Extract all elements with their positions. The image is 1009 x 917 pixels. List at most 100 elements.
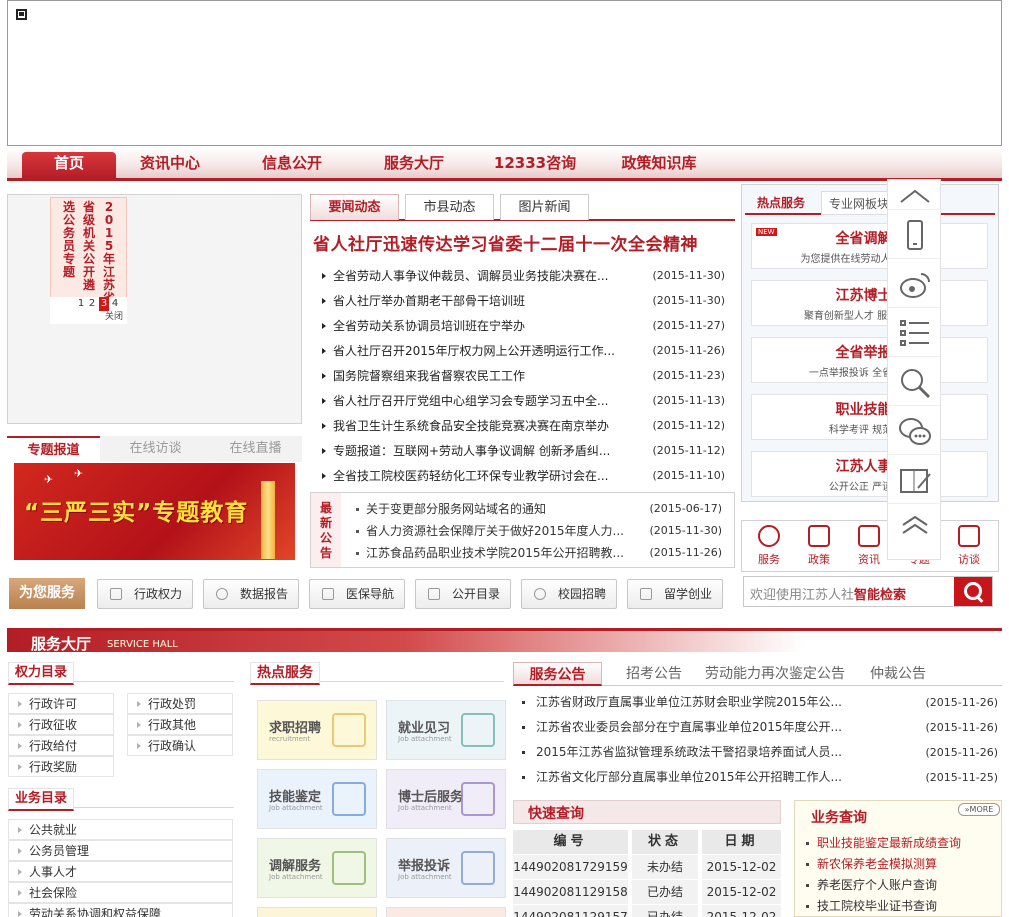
- feedback-icon[interactable]: [888, 456, 942, 504]
- bullet-icon: [322, 473, 326, 479]
- news-item[interactable]: 我省卫生计生系统食品安全技能竞赛决赛在南京举办 (2015-11-12): [320, 416, 730, 441]
- table-row[interactable]: 144902081129158 已办结 2015-12-02: [513, 880, 781, 905]
- tile-skill[interactable]: 技能鉴定 Job attachment: [257, 769, 377, 829]
- search-icon[interactable]: [888, 358, 942, 406]
- tab-service-announce[interactable]: 服务公告: [513, 662, 602, 686]
- close-link[interactable]: 关闭: [50, 311, 127, 324]
- smart-search[interactable]: 欢迎使用江苏人社智能检索: [743, 576, 993, 607]
- news-item[interactable]: 全省技工院校医药轻纺化工环保专业教学研讨会在... (2015-11-10): [320, 466, 730, 491]
- tab-pro-boards[interactable]: 专业网板块: [821, 191, 897, 215]
- mobile-icon[interactable]: [888, 211, 942, 259]
- tile-postdoc[interactable]: 博士后服务 Job attachment: [386, 769, 506, 829]
- tab-key-news[interactable]: 要闻动态: [310, 194, 399, 220]
- tab-arbitration-announce[interactable]: 仲裁公告: [870, 662, 926, 686]
- power-item[interactable]: 行政处罚: [127, 693, 233, 714]
- service-report[interactable]: 全省举报投 一点举报投诉 全省联动处理: [751, 337, 988, 383]
- list-item[interactable]: 江苏省农业委员会部分在宁直属事业单位2015年度公开... (2015-11-26…: [517, 715, 1001, 740]
- tab-special-report[interactable]: 专题报道: [7, 436, 100, 462]
- refresh-icon: [534, 588, 546, 600]
- table-row[interactable]: 144902081729159 未办结 2015-12-02: [513, 855, 781, 880]
- tab-reappraisal-announce[interactable]: 劳动能力再次鉴定公告: [705, 662, 845, 686]
- tile-mediation[interactable]: 调解服务 Job attachment: [257, 838, 377, 898]
- search-button[interactable]: [954, 577, 992, 606]
- biz-item[interactable]: 人事人才: [8, 861, 233, 882]
- news-item[interactable]: 全省劳动关系协调员培训班在宁举办 (2015-11-27): [320, 316, 730, 341]
- list-item[interactable]: 关于变更部分服务网站域名的通知 (2015-06-17): [356, 499, 728, 519]
- query-link[interactable]: 技工院校毕业证书查询: [803, 896, 937, 917]
- icon-service[interactable]: 服务: [744, 525, 794, 567]
- news-item[interactable]: 专题报道：互联网+劳动人事争议调解 创新矛盾纠... (2015-11-12): [320, 441, 730, 466]
- news-item[interactable]: 省人社厅召开厅党组中心组学习会专题学习五中全... (2015-11-13): [320, 391, 730, 416]
- service-postdoc[interactable]: 江苏博士后 聚育创新型人才 服务创新企业: [751, 280, 988, 326]
- news-icon: [858, 525, 880, 547]
- announce-tabs: 服务公告 招考公告 劳动能力再次鉴定公告 仲裁公告: [513, 660, 1002, 686]
- icon-interview[interactable]: 访谈: [944, 525, 994, 567]
- tab-online-interview[interactable]: 在线访谈: [109, 436, 202, 462]
- wechat-icon[interactable]: [888, 407, 942, 455]
- biz-item[interactable]: 社会保险: [8, 882, 233, 903]
- power-item[interactable]: 行政确认: [127, 735, 233, 756]
- tile-report[interactable]: 举报投诉 Job attachment: [386, 838, 506, 898]
- tab-hot-services[interactable]: 热点服务: [745, 191, 817, 215]
- list-item[interactable]: 2015年江苏省监狱管理系统政法干警招录培养面试人员... (2015-11-26…: [517, 740, 1001, 765]
- more-button[interactable]: »MORE: [958, 803, 1000, 816]
- nav-news-center[interactable]: 资讯中心: [115, 152, 225, 178]
- nav-policy-base[interactable]: 政策知识库: [604, 152, 714, 178]
- tab-exam-announce[interactable]: 招考公告: [626, 662, 682, 686]
- btn-data-report[interactable]: 数据报告: [203, 579, 299, 609]
- list-item[interactable]: 江苏省文化厅部分直属事业单位2015年公开招聘工作人... (2015-11-25…: [517, 765, 1001, 790]
- btn-campus-recruit[interactable]: 校园招聘: [521, 579, 617, 609]
- service-skill[interactable]: 职业技能鉴 科学考评 规范鉴定: [751, 394, 988, 440]
- page-3[interactable]: 3: [99, 297, 109, 311]
- biz-item[interactable]: 劳动关系协调和权益保障: [8, 903, 233, 917]
- news-item[interactable]: 省人社厅举办首期老干部骨干培训班 (2015-11-30): [320, 291, 730, 316]
- service-mediation[interactable]: NEW 全省调解服 为您提供在线劳动人事争议服务: [751, 223, 988, 269]
- nav-service-hall[interactable]: 服务大厅: [359, 152, 469, 178]
- power-item[interactable]: 行政其他: [127, 714, 233, 735]
- power-item[interactable]: 行政奖励: [8, 756, 114, 777]
- news-item[interactable]: 省人社厅召开2015年厅权力网上公开透明运行工作... (2015-11-26): [320, 341, 730, 366]
- scroll-up-icon[interactable]: [888, 180, 942, 210]
- hall-english: SERVICE HALL: [107, 639, 178, 650]
- promo-banner[interactable]: ✈ ✈ “三严三实”专题教育: [14, 463, 295, 560]
- tile-internship[interactable]: 就业见习 Job attachment: [386, 700, 506, 760]
- table-row[interactable]: 144902081129157 已办结 2015-12-02: [513, 905, 781, 917]
- btn-medical-nav[interactable]: 医保导航: [309, 579, 405, 609]
- power-item[interactable]: 行政给付: [8, 735, 114, 756]
- tab-city-news[interactable]: 市县动态: [405, 194, 494, 220]
- headline[interactable]: 省人社厅迅速传达学习省委十二届十一次全会精神: [313, 230, 733, 255]
- query-link[interactable]: 职业技能鉴定最新成绩查询: [803, 833, 961, 854]
- weibo-icon[interactable]: [888, 260, 942, 308]
- list-item[interactable]: 省人力资源社会保障厅关于做好2015年度人力... (2015-11-30): [356, 521, 728, 541]
- icon-policy[interactable]: 政策: [794, 525, 844, 567]
- page-4[interactable]: 4: [110, 297, 120, 311]
- list-item[interactable]: 江苏食品药品职业技术学院2015年公开招聘教... (2015-11-26): [356, 543, 728, 563]
- book-icon: [428, 588, 440, 600]
- power-item[interactable]: 行政征收: [8, 714, 114, 735]
- query-link[interactable]: 养老医疗个人账户查询: [803, 875, 937, 896]
- query-link[interactable]: 新农保养老金模拟测算: [803, 854, 937, 875]
- news-item[interactable]: 国务院督察组来我省督察农民工工作 (2015-11-23): [320, 366, 730, 391]
- btn-study-abroad[interactable]: 留学创业: [627, 579, 723, 609]
- tile-recruitment[interactable]: 求职招聘 recruitment: [257, 700, 377, 760]
- biz-item[interactable]: 公务员管理: [8, 840, 233, 861]
- plus-icon: [322, 588, 334, 600]
- list-item[interactable]: 江苏省财政厅直属事业单位江苏财会职业学院2015年公... (2015-11-26…: [517, 690, 1001, 715]
- slide-pager: 1 2 3 4: [50, 297, 127, 311]
- nav-info-open[interactable]: 信息公开: [237, 152, 347, 178]
- nav-home[interactable]: 首页: [22, 152, 116, 178]
- page-1[interactable]: 1: [76, 297, 86, 311]
- power-item[interactable]: 行政许可: [8, 693, 114, 714]
- back-to-top-icon[interactable]: [888, 505, 942, 553]
- news-item[interactable]: 全省劳动人事争议仲裁员、调解员业务技能决赛在... (2015-11-30): [320, 266, 730, 291]
- tab-live[interactable]: 在线直播: [209, 436, 302, 462]
- special-topic-card[interactable]: 2015年江苏省 省级机关公开遴 选公务员专题: [50, 197, 127, 311]
- page-2[interactable]: 2: [87, 297, 97, 311]
- nav-12333[interactable]: 12333咨询: [480, 152, 590, 178]
- tab-photo-news[interactable]: 图片新闻: [500, 194, 589, 220]
- list-icon[interactable]: [888, 309, 942, 357]
- btn-public-catalog[interactable]: 公开目录: [415, 579, 511, 609]
- btn-admin-power[interactable]: 行政权力: [97, 579, 193, 609]
- service-exam[interactable]: 江苏人事考 公开公正 严谨求实: [751, 451, 988, 497]
- biz-item[interactable]: 公共就业: [8, 819, 233, 840]
